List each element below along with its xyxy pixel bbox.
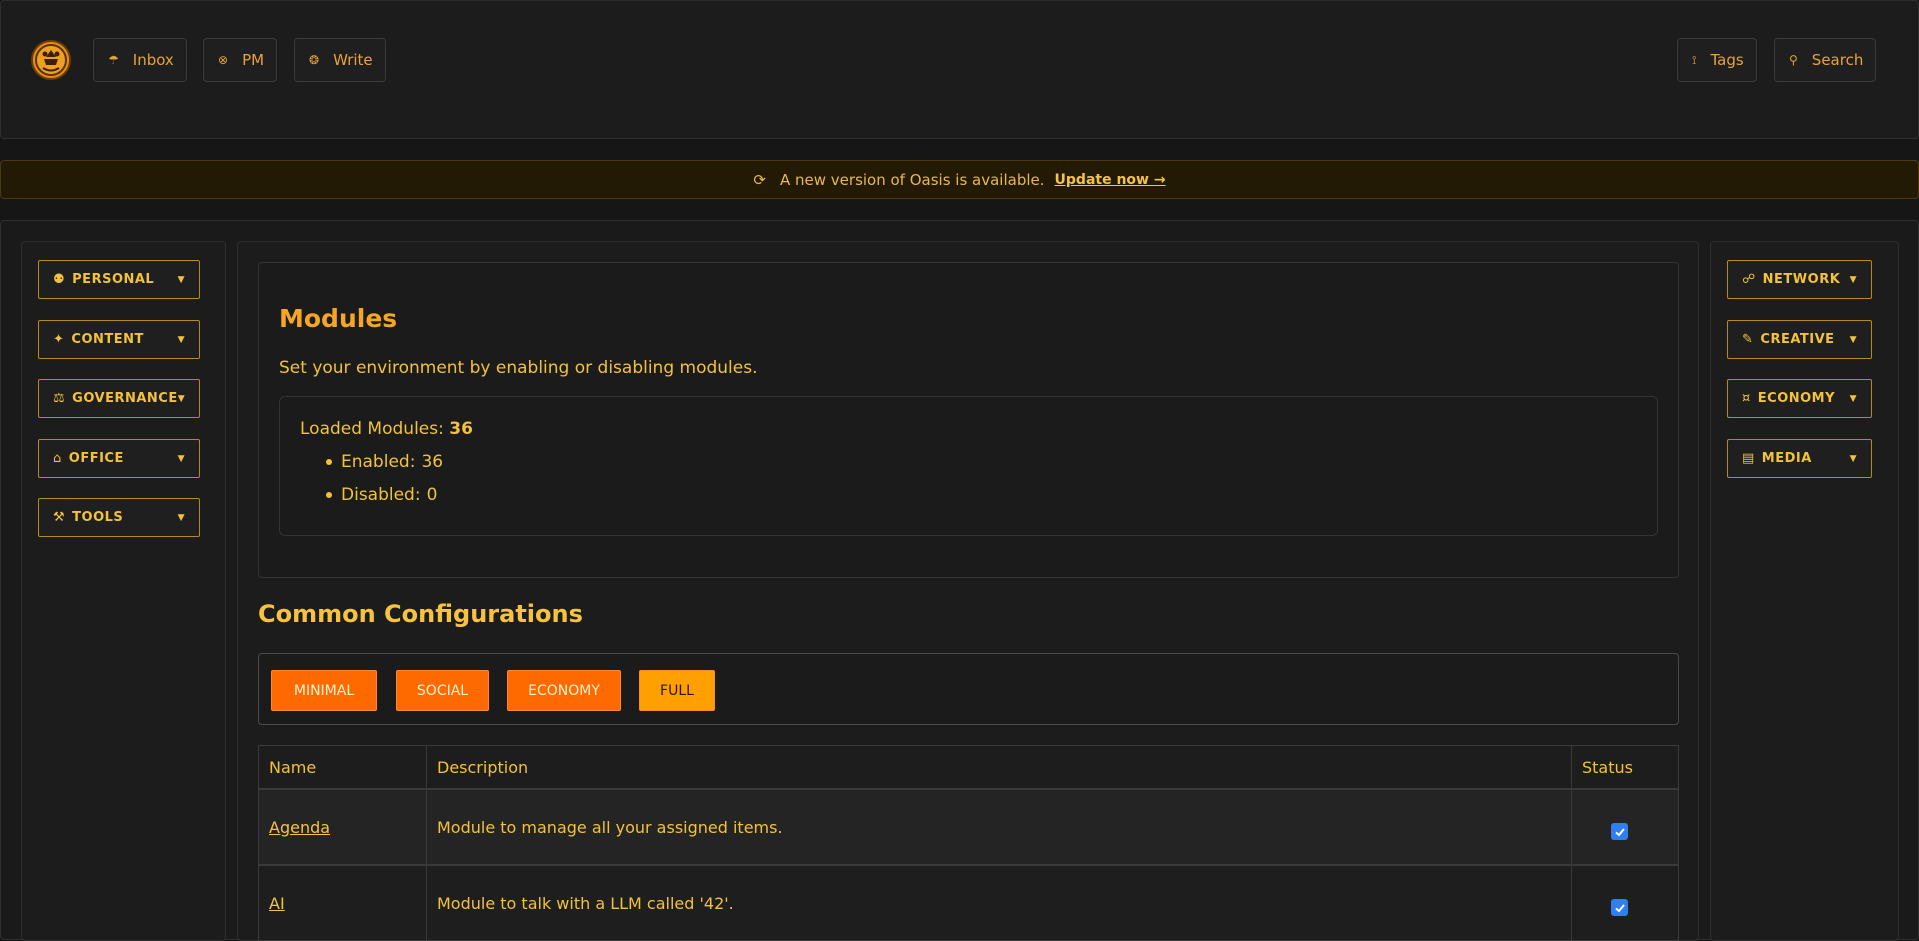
inbox-label: Inbox [132,51,174,69]
module-description: Module to manage all your assigned items… [437,818,783,837]
loaded-modules-label: Loaded Modules: [300,419,444,439]
module-name-link[interactable]: Agenda [269,818,330,837]
search-label: Search [1811,51,1864,69]
search-button[interactable]: ⚲ Search [1774,38,1877,82]
menu-network-label: NETWORK [1762,272,1841,287]
enabled-stat: Enabled: 36 [326,452,443,472]
caret-down-icon: ▼ [177,393,186,404]
config-full-button[interactable]: FULL [639,670,715,711]
bullet-icon [326,459,332,465]
common-configurations-title: Common Configurations [258,600,583,628]
header-status: Status [1582,758,1633,777]
pm-icon: ⊗ [218,53,229,67]
update-banner: ⟳ A new version of Oasis is available. U… [0,160,1919,199]
network-icon: ☍ [1742,272,1756,287]
caret-down-icon: ▼ [1849,453,1857,464]
menu-network[interactable]: ☍ NETWORK ▼ [1727,260,1872,299]
caret-down-icon: ▼ [177,274,185,285]
house-icon: ⌂ [53,451,62,466]
menu-media-label: MEDIA [1761,451,1812,466]
pm-label: PM [242,51,265,69]
caret-down-icon: ▼ [177,453,185,464]
menu-content-label: CONTENT [71,332,144,347]
tags-label: Tags [1710,51,1744,69]
write-button[interactable]: ❂ Write [294,38,386,82]
disabled-label: Disabled: [341,485,421,505]
media-icon: ▤ [1742,451,1755,466]
module-description: Module to talk with a LLM called '42'. [437,894,734,913]
content-icon: ✦ [53,332,65,347]
tags-button[interactable]: ⟟ Tags [1677,38,1757,82]
bullet-icon [326,492,332,498]
personal-icon: ⚉ [53,272,66,287]
write-icon: ❂ [309,53,320,67]
caret-down-icon: ▼ [1849,393,1857,404]
scales-icon: ⚖ [53,391,66,406]
inbox-button[interactable]: ☂ Inbox [93,38,187,82]
menu-economy[interactable]: ¤ ECONOMY ▼ [1727,379,1872,418]
column-divider [426,745,427,941]
currency-icon: ¤ [1742,391,1751,406]
menu-creative-label: CREATIVE [1760,332,1835,347]
pm-button[interactable]: ⊗ PM [203,38,278,82]
checkmark-icon [1614,827,1625,836]
caret-down-icon: ▼ [177,334,185,345]
enabled-label: Enabled: [341,452,416,472]
refresh-icon: ⟳ [753,170,766,189]
menu-office-label: OFFICE [68,451,124,466]
menu-office[interactable]: ⌂ OFFICE ▼ [38,439,200,478]
caret-down-icon: ▼ [1849,334,1857,345]
module-status-checkbox[interactable] [1611,899,1628,916]
header-name: Name [269,758,317,777]
top-navbar [0,0,1919,139]
tools-icon: ⚒ [53,510,66,525]
menu-governance[interactable]: ⚖ GOVERNANCE ▼ [38,379,200,418]
module-status-checkbox[interactable] [1611,823,1628,840]
loaded-modules-stat: Loaded Modules: 36 [300,419,473,439]
column-divider [1571,745,1572,941]
pencil-icon: ✎ [1742,332,1754,347]
search-icon: ⚲ [1789,53,1798,67]
menu-content[interactable]: ✦ CONTENT ▼ [38,320,200,359]
config-minimal-button[interactable]: MINIMAL [271,670,377,711]
menu-tools[interactable]: ⚒ TOOLS ▼ [38,498,200,537]
menu-media[interactable]: ▤ MEDIA ▼ [1727,439,1872,478]
menu-personal[interactable]: ⚉ PERSONAL ▼ [38,260,200,299]
disabled-value: 0 [426,485,438,505]
update-banner-text: A new version of Oasis is available. [780,170,1045,189]
umbrella-icon: ☂ [108,53,119,67]
tag-icon: ⟟ [1692,52,1697,67]
config-social-button[interactable]: SOCIAL [396,670,489,711]
menu-personal-label: PERSONAL [72,272,155,287]
menu-governance-label: GOVERNANCE [72,391,178,406]
module-stats-box [279,396,1658,536]
enabled-value: 36 [421,452,444,472]
page-title: Modules [279,304,398,333]
checkmark-icon [1614,903,1625,912]
menu-economy-label: ECONOMY [1757,391,1836,406]
menu-tools-label: TOOLS [72,510,124,525]
caret-down-icon: ▼ [1849,274,1857,285]
loaded-modules-value: 36 [449,419,473,439]
config-economy-button[interactable]: ECONOMY [507,670,621,711]
module-name-link[interactable]: AI [269,894,285,913]
menu-creative[interactable]: ✎ CREATIVE ▼ [1727,320,1872,359]
modules-description: Set your environment by enabling or disa… [279,358,758,378]
update-now-link[interactable]: Update now → [1055,172,1166,188]
header-description: Description [437,758,529,777]
caret-down-icon: ▼ [177,512,185,523]
disabled-stat: Disabled: 0 [326,485,437,505]
write-label: Write [333,51,373,69]
oasis-logo-icon[interactable] [31,40,71,80]
